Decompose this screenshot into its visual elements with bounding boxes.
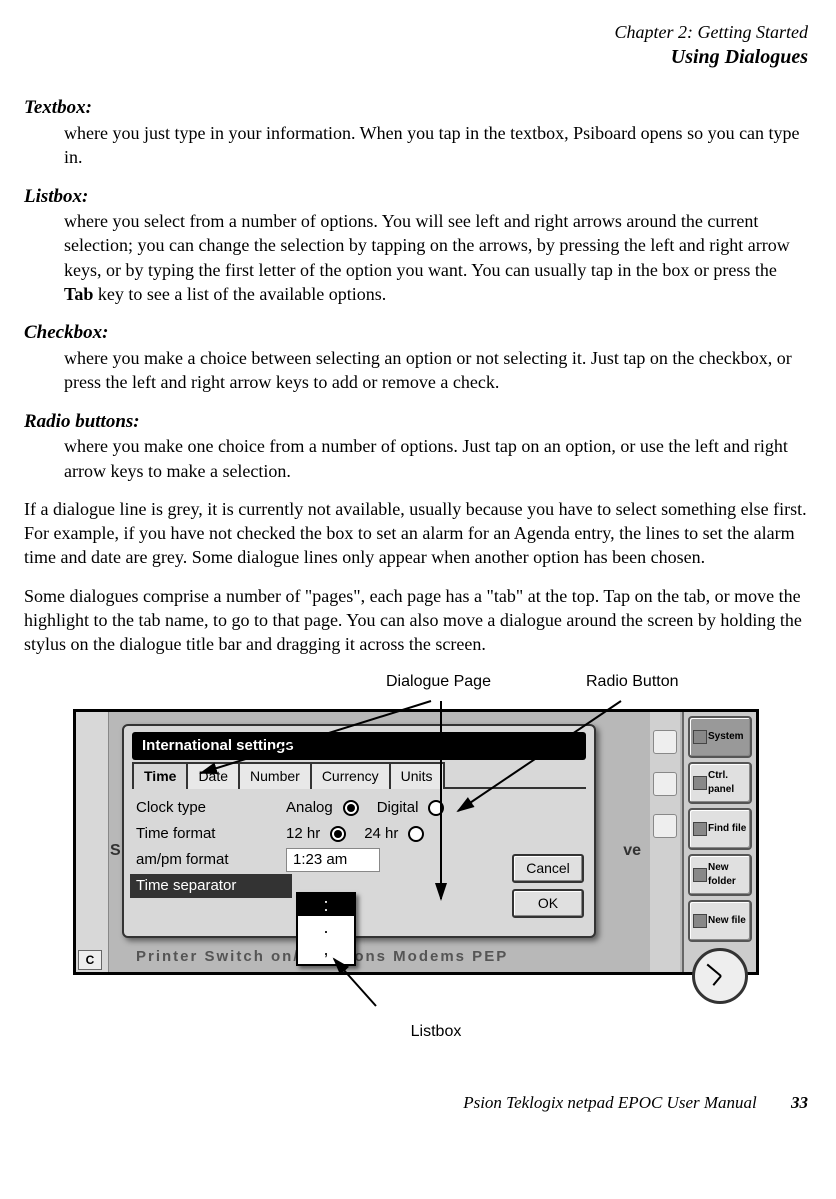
tab-units[interactable]: Units <box>389 762 445 789</box>
definition-checkbox: Checkbox: where you make a choice betwee… <box>24 320 808 394</box>
tab-time[interactable]: Time <box>132 762 188 789</box>
rp-ctrl-panel[interactable]: Ctrl. panel <box>688 762 752 804</box>
screenshot-illustration: C S ve Printer Switch on/off ations Mode… <box>73 709 759 975</box>
c-corner: C <box>78 950 102 970</box>
radio-digital[interactable] <box>428 800 444 816</box>
rp-new-file[interactable]: New file <box>688 900 752 942</box>
ok-button[interactable]: OK <box>512 889 584 918</box>
dialog-tabs: Time Date Number Currency Units <box>132 760 586 789</box>
tab-date[interactable]: Date <box>186 762 240 789</box>
listbox-option-selected[interactable]: : <box>298 894 354 916</box>
clock-icon <box>692 948 748 1004</box>
magnifier-icon[interactable] <box>653 772 677 796</box>
callout-radio-button: Radio Button <box>586 671 679 693</box>
page-header: Chapter 2: Getting Started Using Dialogu… <box>24 20 808 71</box>
tool-icon[interactable] <box>653 730 677 754</box>
term-checkbox: Checkbox: <box>24 320 808 346</box>
tab-number[interactable]: Number <box>238 762 312 789</box>
rp-system[interactable]: System <box>688 716 752 758</box>
callout-dialogue-page: Dialogue Page <box>386 671 491 693</box>
definition-textbox: Textbox: where you just type in your inf… <box>24 95 808 169</box>
page-footer: Psion Teklogix netpad EPOC User Manual 3… <box>24 1092 808 1115</box>
cancel-button[interactable]: Cancel <box>512 854 584 883</box>
paragraph-pages: Some dialogues comprise a number of "pag… <box>24 584 808 657</box>
paragraph-grey-lines: If a dialogue line is grey, it is curren… <box>24 497 808 570</box>
tab-currency[interactable]: Currency <box>310 762 391 789</box>
callout-listbox: Listbox <box>106 1021 766 1043</box>
footer-text: Psion Teklogix netpad EPOC User Manual <box>463 1093 757 1112</box>
definition-listbox: Listbox: where you select from a number … <box>24 184 808 307</box>
radio-12hr[interactable] <box>330 826 346 842</box>
dialog-window[interactable]: International settings Time Date Number … <box>122 724 596 938</box>
dialog-titlebar[interactable]: International settings <box>132 732 586 760</box>
right-panel: System Ctrl. panel Find file New folder … <box>682 712 756 972</box>
brush-icon[interactable] <box>653 814 677 838</box>
chapter-label: Chapter 2: Getting Started <box>24 20 808 44</box>
listbox-popup[interactable]: : . , <box>296 892 356 966</box>
row-time-format: Time format 12 hr 24 hr <box>136 821 582 847</box>
definition-radiobuttons: Radio buttons: where you make one choice… <box>24 409 808 483</box>
section-label: Using Dialogues <box>24 44 808 71</box>
radio-analog[interactable] <box>343 800 359 816</box>
figure: Dialogue Page Radio Button C S ve Printe… <box>24 671 808 1043</box>
def-textbox: where you just type in your information.… <box>64 121 808 170</box>
radio-24hr[interactable] <box>408 826 424 842</box>
row-clock-type: Clock type Analog Digital <box>136 795 582 821</box>
listbox-option[interactable]: . <box>298 916 354 938</box>
term-textbox: Textbox: <box>24 95 808 121</box>
term-listbox: Listbox: <box>24 184 808 210</box>
icon-column <box>650 712 680 972</box>
def-radio: where you make one choice from a number … <box>64 434 808 483</box>
def-listbox: where you select from a number of option… <box>64 209 808 306</box>
rp-find-file[interactable]: Find file <box>688 808 752 850</box>
term-radio: Radio buttons: <box>24 409 808 435</box>
page-number: 33 <box>791 1093 808 1112</box>
listbox-option[interactable]: , <box>298 938 354 960</box>
ampm-field[interactable]: 1:23 am <box>286 848 380 872</box>
rp-new-folder[interactable]: New folder <box>688 854 752 896</box>
def-checkbox: where you make a choice between selectin… <box>64 346 808 395</box>
